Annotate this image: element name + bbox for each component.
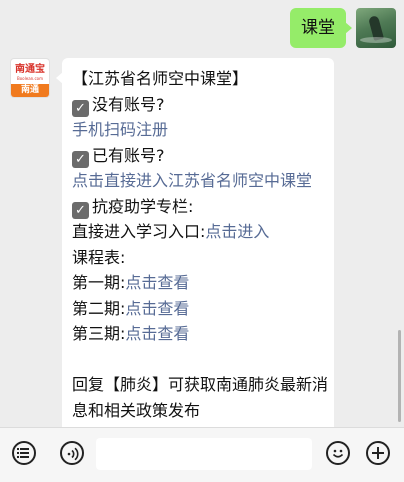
message-link[interactable]: 点击查看 [125, 273, 189, 292]
incoming-bubble: 【江苏省名师空中课堂】 ✓ 没有账号? 手机扫码注册 ✓ 已有账号? 点击直接进入江苏省名师… [56, 58, 334, 433]
user-avatar[interactable] [356, 8, 396, 48]
message-link[interactable]: 点击查看 [125, 299, 189, 318]
message-line: 息和相关政策发布 [72, 398, 324, 424]
message-link[interactable]: 点击直接进入江苏省名师空中课堂 [72, 171, 312, 190]
message-text: 课程表: [72, 247, 126, 267]
message-line: 第二期:点击查看 [72, 296, 324, 322]
voice-icon[interactable] [60, 441, 84, 465]
message-line: ✓ 没有账号? [72, 92, 324, 118]
checkbox-emoji-icon: ✓ [72, 99, 89, 117]
checkbox-emoji-icon: ✓ [72, 150, 89, 168]
incoming-message: 南通宝 Boolean.com 南通 【江苏省名师空中课堂】 ✓ 没有账号? 手机扫码… [10, 58, 334, 433]
message-input[interactable] [96, 438, 312, 470]
message-line: 课程表: [72, 245, 324, 271]
plus-icon[interactable] [366, 441, 390, 465]
message-text: 回复【肺炎】可获取南通肺炎最新消 [72, 375, 329, 394]
message-line: 回复【肺炎】可获取南通肺炎最新消 [72, 372, 328, 398]
message-line: 第三期:点击查看 [72, 321, 324, 347]
sender-avatar-brand: 南通宝 [15, 64, 45, 75]
message-text: 没有账号? [92, 94, 165, 114]
message-text: 第二期: [72, 298, 126, 318]
message-line: ✓ 抗疫助学专栏: [72, 194, 324, 220]
outgoing-message: 课堂 [290, 8, 396, 48]
message-text: 已有账号? [92, 145, 165, 165]
sender-avatar-brand-sub: Boolean.com [16, 76, 43, 81]
chat-input-toolbar [0, 427, 404, 482]
message-text: 第三期: [72, 324, 126, 343]
message-text: 息和相关政策发布 [72, 400, 201, 420]
sender-avatar[interactable]: 南通宝 Boolean.com 南通 [10, 58, 50, 98]
message-line: 手机扫码注册 [72, 117, 324, 143]
message-line: 点击直接进入江苏省名师空中课堂 [72, 168, 324, 194]
emoji-icon[interactable] [326, 441, 350, 465]
message-line: 第一期:点击查看 [72, 270, 324, 296]
outgoing-bubble[interactable]: 课堂 [290, 8, 352, 48]
outgoing-text: 课堂 [301, 18, 335, 38]
message-link[interactable]: 点击查看 [125, 324, 189, 343]
message-line: 【江苏省名师空中课堂】 [72, 66, 324, 92]
message-link[interactable]: 手机扫码注册 [72, 120, 168, 139]
sender-avatar-city: 南通 [11, 84, 49, 97]
message-text: 抗疫助学专栏: [92, 196, 194, 216]
message-text: 【江苏省名师空中课堂】 [72, 69, 249, 88]
menu-list-icon[interactable] [12, 441, 36, 465]
message-text: 直接进入学习入口: [72, 222, 206, 241]
message-text: 第一期: [72, 273, 126, 292]
scrollbar[interactable] [398, 330, 401, 422]
message-line: ✓ 已有账号? [72, 143, 324, 169]
message-link[interactable]: 点击进入 [205, 222, 269, 241]
message-line: 直接进入学习入口:点击进入 [72, 219, 324, 245]
checkbox-emoji-icon: ✓ [72, 201, 89, 219]
